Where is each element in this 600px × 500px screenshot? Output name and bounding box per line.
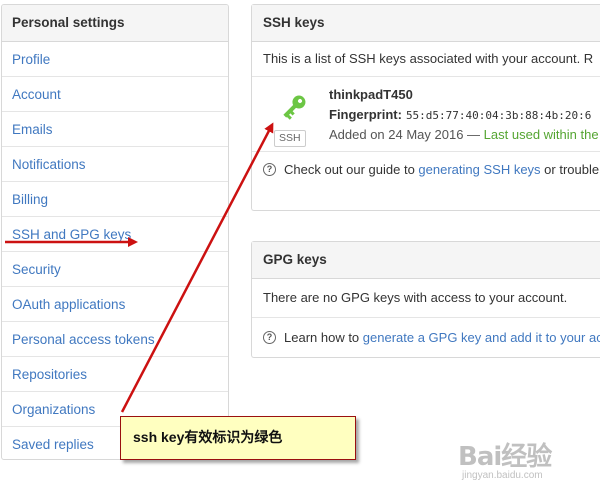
generate-gpg-key-link[interactable]: generate a GPG key and add it to your ac — [363, 330, 600, 345]
gpg-help: ? Learn how to generate a GPG key and add… — [252, 318, 600, 358]
annotation-callout: ssh key有效标识为绿色 — [120, 416, 356, 460]
sidebar-item-emails[interactable]: Emails — [2, 112, 228, 147]
ssh-badge: SSH — [274, 130, 306, 147]
watermark-url: jingyan.baidu.com — [462, 470, 543, 481]
sidebar-title: Personal settings — [2, 5, 228, 42]
ssh-key-fingerprint: Fingerprint: 55:d5:77:40:04:3b:88:4b:20:6 — [329, 107, 591, 122]
ssh-help: ? Check out our guide to generating SSH k… — [252, 152, 600, 188]
gpg-keys-description: There are no GPG keys with access to you… — [252, 279, 600, 318]
gpg-help-prefix: Learn how to — [284, 330, 363, 345]
ssh-key-name: thinkpadT450 — [329, 87, 413, 102]
key-icon — [283, 95, 306, 120]
ssh-keys-title: SSH keys — [252, 5, 600, 42]
generating-ssh-keys-link[interactable]: generating SSH keys — [418, 162, 540, 177]
watermark-logo: Bai经验 — [458, 442, 552, 472]
sidebar-item-repositories[interactable]: Repositories — [2, 357, 228, 392]
sidebar-item-profile[interactable]: Profile — [2, 42, 228, 77]
ssh-key-row: SSH thinkpadT450 Fingerprint: 55:d5:77:40… — [252, 77, 600, 152]
sidebar-item-ssh-gpg-keys[interactable]: SSH and GPG keys — [2, 217, 228, 252]
fingerprint-label: Fingerprint: — [329, 107, 402, 122]
sidebar-item-account[interactable]: Account — [2, 77, 228, 112]
ssh-help-prefix: Check out our guide to — [284, 162, 419, 177]
baidu-watermark: Bai经验 jingyan.baidu.com — [458, 436, 552, 481]
question-icon: ? — [263, 331, 276, 345]
sidebar-item-billing[interactable]: Billing — [2, 182, 228, 217]
ssh-help-suffix: or trouble — [540, 162, 600, 177]
sidebar-item-personal-access-tokens[interactable]: Personal access tokens — [2, 322, 228, 357]
last-used: Last used within the — [483, 127, 599, 142]
sidebar-item-security[interactable]: Security — [2, 252, 228, 287]
gpg-keys-title: GPG keys — [252, 242, 600, 279]
fingerprint-value: 55:d5:77:40:04:3b:88:4b:20:6 — [405, 109, 592, 122]
question-icon: ? — [263, 163, 276, 177]
ssh-key-added: Added on 24 May 2016 — Last used within … — [329, 127, 599, 142]
ssh-keys-panel: SSH keys This is a list of SSH keys asso… — [251, 4, 600, 211]
ssh-keys-description: This is a list of SSH keys associated wi… — [252, 42, 600, 77]
settings-sidebar: Personal settings Profile Account Emails… — [1, 4, 229, 460]
sidebar-item-oauth-applications[interactable]: OAuth applications — [2, 287, 228, 322]
added-date: Added on 24 May 2016 — — [329, 127, 484, 142]
gpg-keys-panel: GPG keys There are no GPG keys with acce… — [251, 241, 600, 358]
sidebar-item-notifications[interactable]: Notifications — [2, 147, 228, 182]
